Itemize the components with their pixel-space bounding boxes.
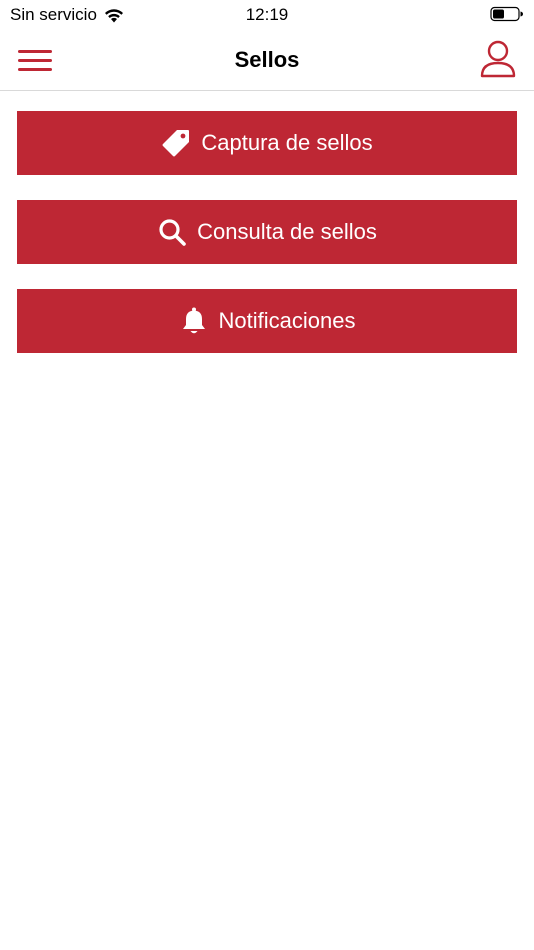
menu-button[interactable] [14,42,56,78]
bell-icon [179,306,209,336]
nav-bar: Sellos [0,30,534,91]
search-icon [157,217,187,247]
page-title: Sellos [234,47,300,72]
hamburger-menu-icon [14,50,56,82]
status-bar: Sin servicio 12:19 [0,0,534,30]
actions-list: Captura de sellos Consulta de sellos Not… [17,111,517,378]
notifications-button[interactable]: Notificaciones [17,289,517,353]
capture-stamps-label: Captura de sellos [201,130,373,155]
status-time: 12:19 [245,5,289,24]
profile-button[interactable] [478,38,518,80]
capture-stamps-button[interactable]: Captura de sellos [17,111,517,175]
query-stamps-label: Consulta de sellos [197,219,377,244]
notifications-label: Notificaciones [218,308,356,333]
battery-icon [490,6,524,22]
tag-icon [161,128,191,158]
query-stamps-button[interactable]: Consulta de sellos [17,200,517,264]
user-profile-icon [478,40,518,84]
